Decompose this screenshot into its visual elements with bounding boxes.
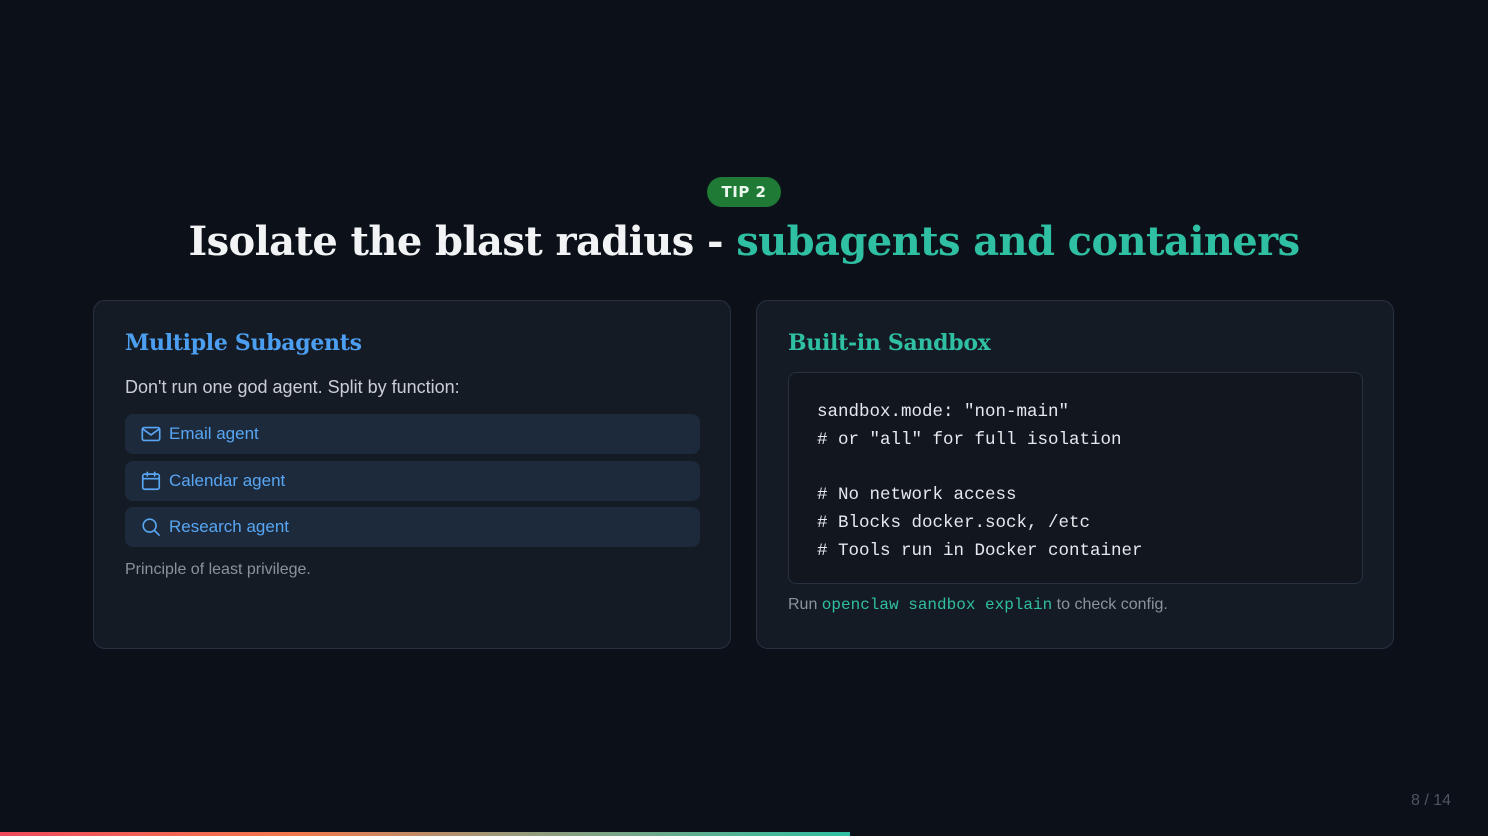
slide-progress-bar — [0, 832, 851, 836]
code-line: sandbox.mode: "non-main" — [817, 402, 1070, 422]
sandbox-footnote: Run openclaw sandbox explain to check co… — [788, 596, 1168, 614]
subagents-footnote: Principle of least privilege. — [125, 561, 311, 578]
sandbox-card: Built-in Sandbox sandbox.mode: "non-main… — [756, 300, 1394, 649]
search-icon — [142, 518, 160, 536]
agent-label: Calendar agent — [169, 470, 286, 490]
code-line: # or "all" for full isolation — [817, 430, 1122, 450]
tip-badge: TIP 2 — [707, 177, 781, 207]
calendar-icon — [141, 470, 161, 490]
footnote-prefix: Run — [788, 596, 822, 613]
subagents-intro: Don't run one god agent. Split by functi… — [125, 377, 460, 397]
code-line: # No network access — [817, 485, 1017, 505]
sandbox-code-block: sandbox.mode: "non-main" # or "all" for … — [788, 372, 1363, 584]
agent-item-email: Email agent — [125, 414, 700, 454]
mail-icon — [141, 426, 161, 442]
agent-item-research: Research agent — [125, 507, 700, 547]
sandbox-command: openclaw sandbox explain — [821, 596, 1053, 614]
agent-list: Email agent Calendar agent Research agen… — [125, 414, 700, 554]
slide: TIP 2 Isolate the blast radius - subagen… — [0, 0, 1488, 836]
subagents-heading: Multiple Subagents — [125, 330, 362, 356]
agent-item-calendar: Calendar agent — [125, 460, 700, 501]
agent-label: Research agent — [169, 517, 290, 536]
page-number: 8 / 14 — [1410, 792, 1451, 809]
subagents-card: Multiple Subagents Don't run one god age… — [93, 300, 731, 649]
title-main: Isolate the blast radius - — [188, 218, 737, 265]
slide-title: Isolate the blast radius - subagents and… — [0, 218, 1488, 265]
code-line: # Blocks docker.sock, /etc — [817, 513, 1091, 533]
agent-label: Email agent — [169, 424, 259, 443]
sandbox-heading: Built-in Sandbox — [788, 330, 991, 356]
code-line: # Tools run in Docker container — [817, 541, 1143, 561]
title-accent: subagents and containers — [736, 218, 1300, 265]
footnote-suffix: to check config. — [1052, 596, 1168, 613]
